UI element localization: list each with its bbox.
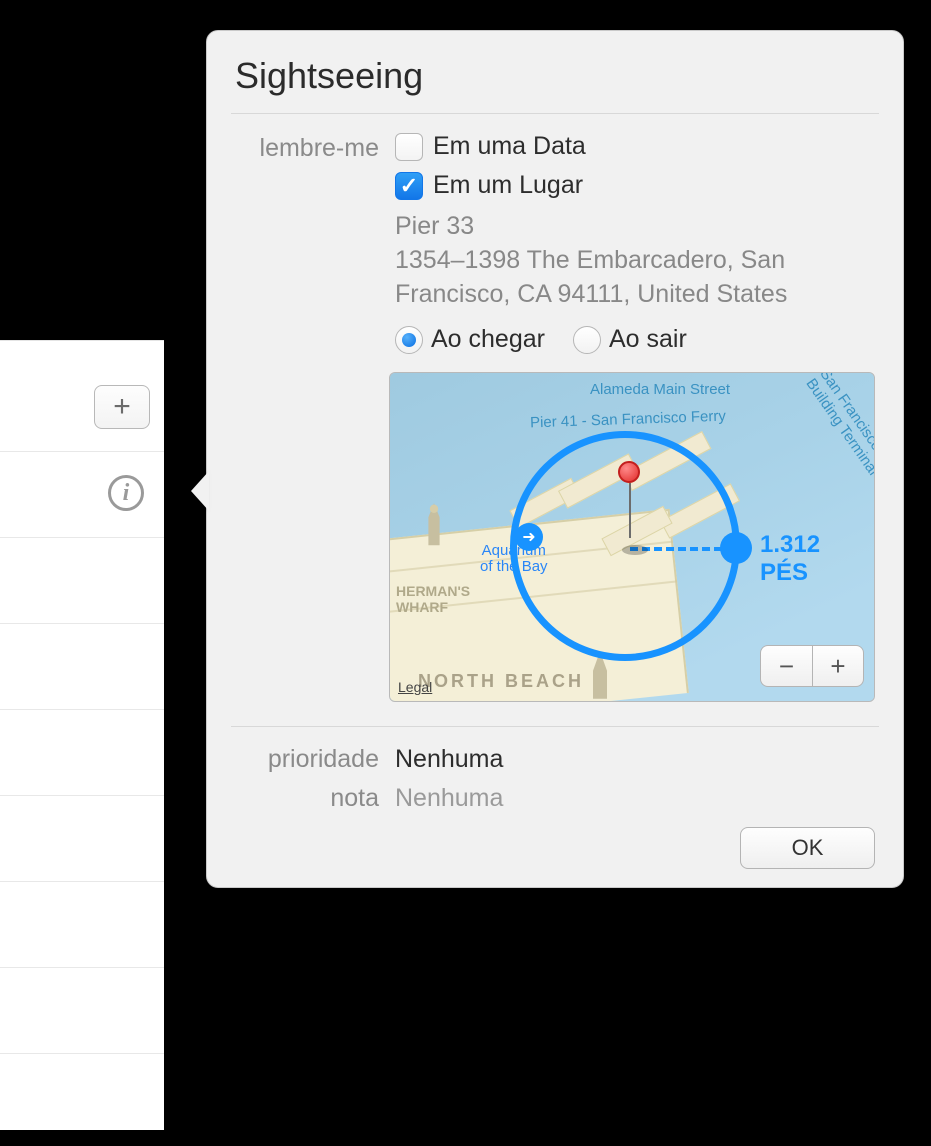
location-name: Pier 33 xyxy=(395,210,875,244)
radio-icon xyxy=(395,326,423,354)
location-address[interactable]: Pier 33 1354–1398 The Embarcadero, San F… xyxy=(395,210,875,311)
location-map[interactable]: Alameda Main Street Pier 41 - San Franci… xyxy=(389,372,875,702)
map-legal-link[interactable]: Legal xyxy=(398,679,432,695)
location-line1: 1354–1398 The Embarcadero, San xyxy=(395,244,875,278)
list-divider xyxy=(0,881,164,882)
at-a-location-checkbox[interactable] xyxy=(395,172,423,200)
zoom-in-button[interactable]: + xyxy=(812,645,864,687)
at-a-location-label: Em um Lugar xyxy=(433,171,583,200)
leaving-label: Ao sair xyxy=(609,325,687,354)
plus-icon: + xyxy=(113,390,131,424)
list-divider xyxy=(0,623,164,624)
on-a-date-checkbox[interactable] xyxy=(395,133,423,161)
list-divider xyxy=(0,451,164,452)
priority-label: prioridade xyxy=(235,743,379,774)
list-divider xyxy=(0,1053,164,1054)
radio-icon xyxy=(573,326,601,354)
divider xyxy=(231,113,879,114)
add-reminder-button[interactable]: + xyxy=(94,385,150,429)
map-label-alameda: Alameda Main Street xyxy=(590,381,730,398)
ok-button[interactable]: OK xyxy=(740,827,875,869)
list-divider xyxy=(0,709,164,710)
zoom-out-button[interactable]: − xyxy=(760,645,812,687)
radius-handle[interactable] xyxy=(720,532,752,564)
note-label: nota xyxy=(235,782,379,813)
note-field[interactable]: Nenhuma xyxy=(395,784,503,813)
map-zoom-controls: − + xyxy=(760,645,864,687)
list-divider xyxy=(0,967,164,968)
on-a-date-label: Em uma Data xyxy=(433,132,586,161)
list-divider xyxy=(0,537,164,538)
leaving-radio[interactable]: Ao sair xyxy=(573,325,687,354)
reminder-details-popover: Sightseeing lembre-me Em uma Data Em um … xyxy=(206,30,904,888)
list-divider xyxy=(0,795,164,796)
info-button[interactable]: i xyxy=(108,475,144,511)
reminders-list-panel: + i xyxy=(0,340,164,1130)
map-label-hermans: HERMAN'SWHARF xyxy=(396,583,470,615)
map-label-northbeach: NORTH BEACH xyxy=(418,671,584,692)
remind-me-label: lembre-me xyxy=(235,132,379,702)
divider xyxy=(231,726,879,727)
priority-select[interactable]: Nenhuma xyxy=(395,745,503,774)
location-line2: Francisco, CA 94111, United States xyxy=(395,278,875,312)
landmark-icon xyxy=(420,503,448,551)
arriving-label: Ao chegar xyxy=(431,325,545,354)
arriving-radio[interactable]: Ao chegar xyxy=(395,325,545,354)
reminder-title[interactable]: Sightseeing xyxy=(235,55,875,113)
radius-distance: 1.312 PÉS xyxy=(760,531,874,587)
